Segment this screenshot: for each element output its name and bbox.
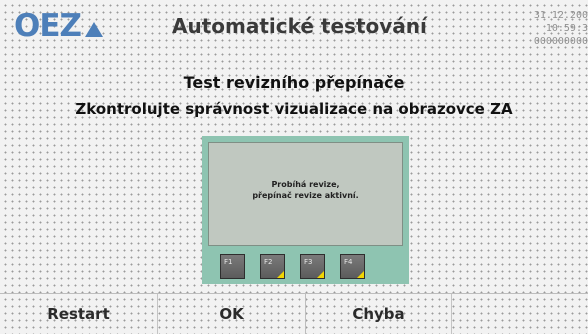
chyba-button[interactable]: Chyba — [306, 294, 452, 334]
date-readout: 31.12.200 — [533, 10, 588, 21]
logo-triangle-icon — [85, 21, 104, 37]
screen-message-line1: Probíhá revize, — [271, 180, 340, 189]
f4-key-marker-icon — [357, 271, 364, 278]
screen-message: Probíhá revize, přepínač revize aktivní. — [252, 179, 358, 201]
device-screen: Probíhá revize, přepínač revize aktivní. — [208, 142, 403, 246]
device-panel: Probíhá revize, přepínač revize aktivní.… — [202, 136, 409, 284]
app-title: Automatické testování — [172, 14, 427, 38]
function-keys: F1 F2 F3 F4 — [220, 254, 365, 279]
counter-readout: 000000000 — [533, 36, 588, 47]
ok-button[interactable]: OK — [158, 294, 306, 334]
time-readout: 10:59:3 — [545, 23, 588, 34]
datetime-display: 31.12.200 10:59:3 000000000 — [518, 9, 588, 48]
logo-text: OEZ — [14, 7, 82, 44]
test-heading: Test revizního přepínače — [183, 73, 405, 92]
screen-message-line2: přepínač revize aktivní. — [252, 191, 359, 200]
f3-key[interactable]: F3 — [300, 254, 325, 279]
empty-button-slot — [452, 294, 588, 334]
f4-key-label: F4 — [344, 258, 353, 266]
f1-key-label: F1 — [224, 258, 233, 266]
f1-key[interactable]: F1 — [220, 254, 245, 279]
oez-logo: OEZ — [14, 7, 104, 44]
f2-key-label: F2 — [264, 258, 273, 266]
f2-key[interactable]: F2 — [260, 254, 285, 279]
f2-key-marker-icon — [277, 271, 284, 278]
bottom-button-bar: Restart OK Chyba — [0, 293, 588, 334]
f3-key-label: F3 — [304, 258, 313, 266]
restart-button[interactable]: Restart — [0, 294, 158, 334]
f3-key-marker-icon — [317, 271, 324, 278]
f4-key[interactable]: F4 — [340, 254, 365, 279]
test-instruction: Zkontrolujte správnost vizualizace na ob… — [75, 100, 513, 118]
